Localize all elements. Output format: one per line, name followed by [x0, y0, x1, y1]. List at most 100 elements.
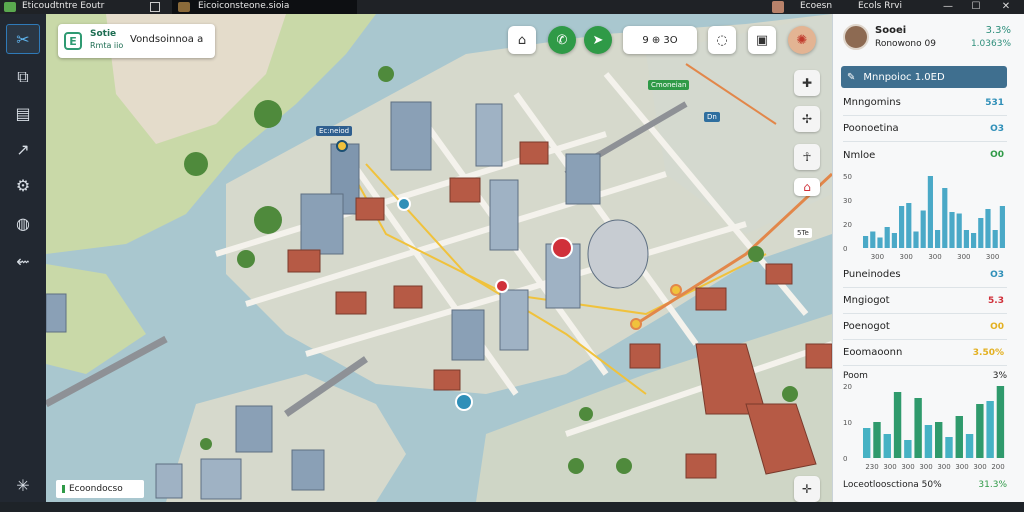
- metric-label: Eoomaoonn: [843, 347, 903, 358]
- brand-name: Vondsoinnoa a: [130, 34, 204, 45]
- map-tag[interactable]: Cmoneian: [648, 80, 690, 90]
- map-tag[interactable]: 5Te: [794, 228, 812, 238]
- x-tick-label: 300: [955, 463, 968, 471]
- phone-icon[interactable]: ✆: [548, 26, 576, 54]
- grid-icon[interactable]: ▤: [6, 98, 40, 128]
- title-bar: Eticoudtntre Eoutr Eicoiconsteone.sioia …: [0, 0, 1024, 14]
- brand-card[interactable]: E Sotie Rmta iio Vondsoinnoa a: [58, 24, 215, 58]
- bar: [942, 188, 948, 248]
- layers-icon[interactable]: ⧉: [6, 62, 40, 92]
- y-tick-label: 50: [843, 173, 852, 181]
- close-button[interactable]: ✕: [992, 0, 1020, 14]
- navigate-icon[interactable]: ➤: [584, 26, 612, 54]
- titlebar-item[interactable]: Ecoesn: [800, 1, 832, 11]
- tab-favicon: [178, 2, 190, 12]
- y-tick-label: 0: [843, 455, 847, 463]
- footer-left: Loceotloosctiona 50%: [843, 480, 942, 490]
- marker-waypoint[interactable]: [670, 284, 682, 296]
- marker-pin-blue[interactable]: [455, 393, 473, 411]
- bar-chart-1: 50 30 20 0 300 300 300 300 300: [843, 173, 1005, 261]
- metric-label: Puneinodes: [843, 269, 901, 280]
- chat-icon[interactable]: ◌: [708, 26, 736, 54]
- home-button[interactable]: ⌂: [508, 26, 536, 54]
- info-icon[interactable]: ▣: [748, 26, 776, 54]
- bar: [877, 237, 883, 248]
- metric-row[interactable]: Nmloe O0: [843, 142, 1007, 168]
- marker-pin-red[interactable]: [551, 237, 573, 259]
- browser-tab[interactable]: Eicoiconsteone.sioia: [172, 0, 357, 14]
- map-tag[interactable]: Dn: [704, 112, 720, 122]
- pencil-icon: ✎: [847, 71, 856, 83]
- tab-title: Eicoiconsteone.sioia: [198, 1, 290, 11]
- metric-label: Mnngomins: [843, 97, 901, 108]
- metric-row[interactable]: Poonoetina O3: [843, 116, 1007, 142]
- y-tick-label: 10: [843, 419, 852, 427]
- marker-pin-red-small[interactable]: [495, 279, 509, 293]
- map-canvas[interactable]: [46, 14, 832, 502]
- brand-line2: Rmta iio: [90, 41, 124, 50]
- stats-panel: Sooei Ronowono 09 3.3% 1.0363% ✎ Mnnpoio…: [832, 14, 1024, 502]
- bar: [978, 218, 984, 248]
- bar: [924, 425, 933, 458]
- flow-icon[interactable]: ✳: [6, 470, 40, 500]
- marker-waypoint[interactable]: [630, 318, 642, 330]
- chart-top: 50 30 20 0 300 300 300 300 300: [841, 170, 1011, 262]
- pin-tool-icon[interactable]: ✚: [794, 70, 820, 96]
- x-tick-label: 300: [937, 463, 950, 471]
- user-avatar-icon[interactable]: [772, 1, 784, 13]
- metric-row[interactable]: Poenogot O0: [843, 314, 1007, 340]
- marker-start[interactable]: [336, 140, 348, 152]
- app-logo-icon: E: [64, 32, 82, 50]
- x-tick-label: 300: [957, 253, 970, 261]
- bar: [863, 236, 869, 248]
- metric-row[interactable]: Eoomaoonn 3.50%: [843, 340, 1007, 366]
- bar: [863, 428, 871, 458]
- bar: [914, 398, 922, 458]
- footer-text: Ecoondocso: [69, 484, 123, 494]
- user-stat: 3.3%: [985, 25, 1011, 36]
- bar: [870, 231, 876, 248]
- compass-icon[interactable]: ✢: [794, 106, 820, 132]
- bar: [935, 422, 943, 458]
- maximize-button[interactable]: ☐: [962, 0, 990, 14]
- metric-value: 531: [985, 97, 1004, 108]
- bar-chart-2: Poom 3% 20 10 0 230 300 300 300 300 300 300 200: [843, 371, 1007, 471]
- metric-value: 5.3: [988, 295, 1004, 306]
- alert-icon[interactable]: ✺: [788, 26, 816, 54]
- bar: [949, 212, 955, 248]
- metric-label: Nmloe: [843, 149, 876, 161]
- marker-pin-blue-small[interactable]: [397, 197, 411, 211]
- metric-row[interactable]: Puneinodes O3: [843, 262, 1007, 288]
- locate-icon[interactable]: ✛: [794, 476, 820, 502]
- routes-icon[interactable]: ✂: [6, 24, 40, 54]
- avatar[interactable]: [843, 24, 869, 50]
- metric-row[interactable]: Mngiogot 5.3: [843, 288, 1007, 314]
- bar: [884, 227, 890, 248]
- bar: [996, 386, 1005, 458]
- new-window-icon[interactable]: [150, 2, 160, 12]
- legend-chip[interactable]: 9 ⊕ 3O: [623, 26, 697, 54]
- user-header[interactable]: Sooei Ronowono 09 3.3% 1.0363%: [833, 14, 1024, 60]
- network-icon[interactable]: ↗: [6, 134, 40, 164]
- settings-icon[interactable]: ⚙: [6, 170, 40, 200]
- share-icon[interactable]: ⇜: [6, 246, 40, 276]
- minimize-button[interactable]: —: [934, 0, 962, 14]
- lock-icon[interactable]: ⌂: [794, 178, 820, 196]
- chart-bottom: Poom 3% 20 10 0 230 300 300 300 300 300 300 200: [841, 368, 1011, 472]
- person-icon[interactable]: ☥: [794, 144, 820, 170]
- city-map[interactable]: Ec:neiod Cmoneian Dn 5Te E Sotie Rmta ii…: [46, 14, 832, 502]
- search-bar[interactable]: ✎ Mnnpoioc 1.0ED: [841, 66, 1007, 88]
- user-stat-secondary: 1.0363%: [970, 39, 1011, 49]
- metric-value: 3.50%: [972, 347, 1004, 358]
- metric-value: O0: [990, 321, 1004, 332]
- bar: [893, 392, 902, 458]
- bar: [945, 437, 953, 458]
- bar: [956, 213, 962, 248]
- titlebar-item[interactable]: Ecols Rrvi: [858, 1, 902, 11]
- map-tag[interactable]: Ec:neiod: [316, 126, 353, 136]
- metric-value: O3: [990, 123, 1004, 134]
- globe-icon[interactable]: ◍: [6, 208, 40, 238]
- metric-label: Mngiogot: [843, 295, 890, 306]
- bar: [992, 230, 998, 248]
- metric-row[interactable]: Mnngomins 531: [843, 90, 1007, 116]
